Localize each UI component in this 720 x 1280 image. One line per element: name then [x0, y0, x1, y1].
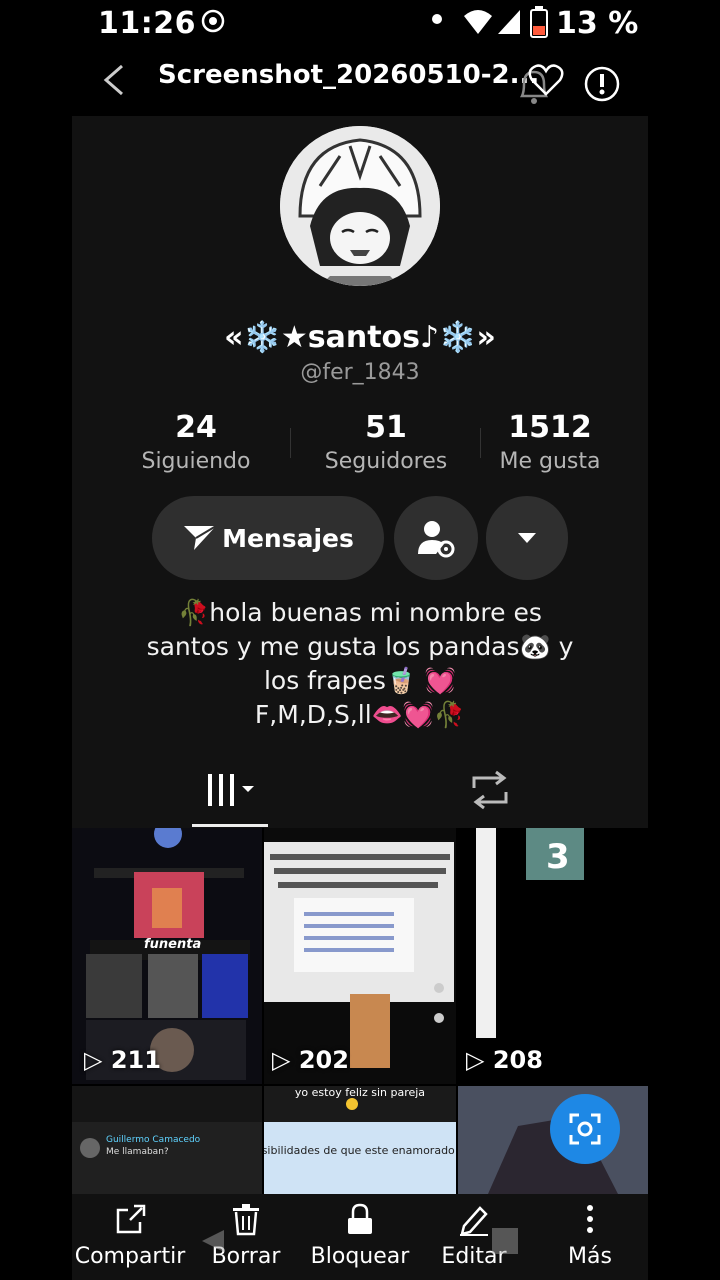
- tab-reposts[interactable]: [468, 770, 512, 814]
- view-count-value: 208: [492, 1046, 543, 1074]
- content-tabs: [72, 756, 648, 828]
- comment-username: Guillermo Camacedo: [106, 1135, 201, 1145]
- share-label: Compartir: [74, 1244, 186, 1269]
- title-bar: Screenshot_20260510-2...: [72, 46, 648, 116]
- lock-button[interactable]: Bloquear: [302, 1194, 418, 1280]
- chevron-down-icon: [518, 533, 536, 543]
- play-icon: ▷: [84, 1046, 103, 1074]
- wifi-icon: [462, 8, 494, 40]
- likes-label: Me gusta: [499, 449, 601, 474]
- view-count-value: 202: [298, 1046, 349, 1074]
- video-thumbnail[interactable]: ▷ 202: [264, 828, 456, 1084]
- play-icon: ▷: [272, 1046, 291, 1074]
- thumbnail-caption: funenta: [144, 937, 201, 952]
- bio-line: F,M,D,S,ll👄💓🥀: [254, 700, 466, 729]
- video-thumbnail[interactable]: yo estoy feliz sin pareja mi posibilidad…: [264, 1086, 456, 1194]
- back-button[interactable]: [96, 60, 136, 110]
- share-button[interactable]: Compartir: [72, 1194, 188, 1280]
- stat-following[interactable]: 24 Siguiendo: [106, 410, 286, 474]
- play-icon: ▷: [466, 1046, 485, 1074]
- likes-count: 1512: [508, 410, 592, 445]
- repost-icon: [472, 770, 508, 810]
- message-button-label: Mensajes: [222, 523, 354, 553]
- back-arrow-icon: [103, 64, 123, 96]
- radio-icon: [200, 8, 226, 40]
- bio-line: los frapes🧋 💓: [263, 666, 457, 695]
- nav-back-icon[interactable]: [200, 1228, 226, 1258]
- friend-settings-button[interactable]: [394, 496, 478, 580]
- info-icon[interactable]: [582, 64, 622, 108]
- view-count-value: 211: [110, 1046, 161, 1074]
- stat-likes[interactable]: 1512 Me gusta: [460, 410, 640, 474]
- profile-bio: 🥀hola buenas mi nombre es santos y me gu…: [72, 596, 648, 732]
- stat-followers[interactable]: 51 Seguidores: [296, 410, 476, 474]
- username-handle: @fer_1843: [300, 360, 420, 385]
- bio-line: santos y me gusta los pandas🐼 y: [146, 632, 574, 661]
- tab-videos[interactable]: [202, 770, 262, 814]
- view-count: ▷ 208: [466, 1046, 543, 1074]
- thumbnail-image: Guillermo Camacedo Me llamaban?: [72, 1086, 262, 1194]
- share-icon: [72, 1202, 188, 1242]
- followers-label: Seguidores: [324, 449, 448, 474]
- profile-panel: «❄️★santos♪❄️» @fer_1843 24 Siguiendo 51…: [72, 116, 648, 828]
- status-bar: 11:26 13 %: [0, 0, 720, 46]
- heart-icon[interactable]: [528, 64, 564, 100]
- view-count: ▷ 211: [84, 1046, 161, 1074]
- lens-scan-button[interactable]: [550, 1094, 620, 1164]
- active-tab-indicator: [192, 824, 268, 827]
- following-label: Siguiendo: [141, 449, 251, 474]
- video-thumbnail[interactable]: funenta ▷ 211: [72, 828, 262, 1084]
- send-icon: [184, 525, 217, 550]
- thumbnail-header: yo estoy feliz sin pareja: [295, 1086, 425, 1099]
- message-button[interactable]: Mensajes: [152, 496, 384, 580]
- bio-line: 🥀hola buenas mi nombre es: [178, 598, 542, 627]
- signal-icon: [496, 8, 522, 40]
- scan-icon: [569, 1113, 601, 1145]
- more-icon: [532, 1202, 648, 1242]
- lock-icon: [302, 1202, 418, 1242]
- battery-percentage: 13 %: [556, 6, 639, 41]
- user-settings-icon: [418, 521, 455, 558]
- more-label: Más: [568, 1244, 612, 1269]
- comment-text: Me llamaban?: [106, 1147, 169, 1157]
- video-thumbnail[interactable]: Guillermo Camacedo Me llamaban?: [72, 1086, 262, 1194]
- following-count: 24: [175, 410, 217, 445]
- anime-avatar-image: [280, 126, 440, 286]
- display-name: «❄️★santos♪❄️»: [224, 320, 496, 355]
- thumbnail-image: yo estoy feliz sin pareja mi posibilidad…: [264, 1086, 456, 1194]
- page-title: Screenshot_20260510-2...: [158, 60, 540, 90]
- more-options-dropdown[interactable]: [486, 496, 568, 580]
- nav-recents-icon[interactable]: [492, 1228, 518, 1254]
- bottom-action-bar: Compartir Borrar Bloquear Editar Más: [72, 1194, 648, 1280]
- video-thumbnail[interactable]: 3 ▷ 208: [458, 828, 648, 1084]
- avatar[interactable]: [280, 126, 440, 286]
- stat-divider: [290, 428, 291, 458]
- battery-icon: [530, 6, 548, 42]
- grid-icon: [208, 774, 254, 806]
- thumbnail-text: mi posibilidades de que este enamorado d…: [264, 1144, 456, 1157]
- more-button[interactable]: Más: [532, 1194, 648, 1280]
- notification-dot-icon: [432, 14, 442, 24]
- lock-label: Bloquear: [310, 1244, 410, 1269]
- followers-count: 51: [365, 410, 407, 445]
- thumbnail-number: 3: [546, 837, 570, 877]
- status-time: 11:26: [98, 6, 196, 41]
- view-count: ▷ 202: [272, 1046, 349, 1074]
